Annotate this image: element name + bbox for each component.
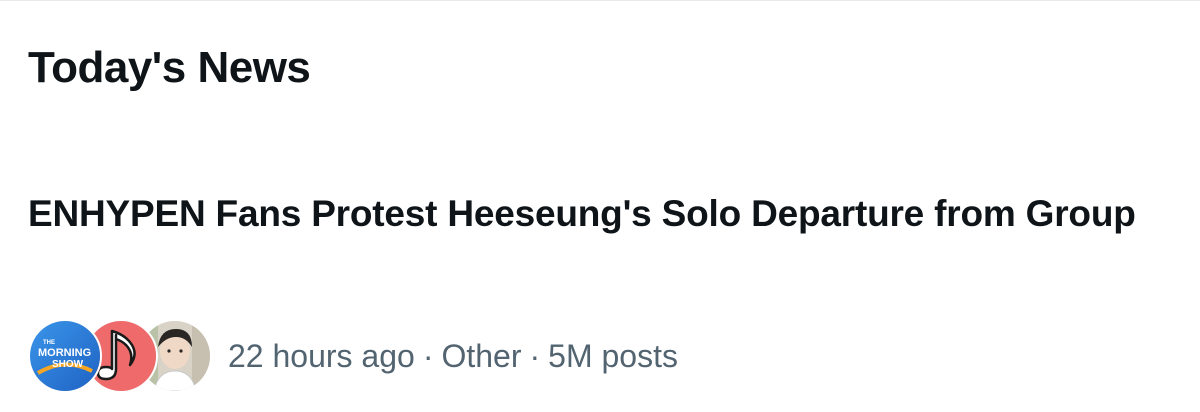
- news-time: 22 hours ago: [228, 337, 415, 374]
- logo-text-line-3: SHOW: [52, 359, 84, 370]
- news-item[interactable]: ENHYPEN Fans Protest Heeseung's Solo Dep…: [28, 190, 1178, 393]
- logo-text-line-2: MORNING: [38, 347, 91, 359]
- logo-text-line-1: THE: [43, 340, 55, 346]
- meta-separator: ·: [529, 337, 541, 374]
- avatar-stack: THE MORNING SHOW: [28, 319, 212, 393]
- top-divider: [0, 0, 1200, 1]
- morning-show-logo-icon: THE MORNING SHOW: [28, 319, 102, 393]
- news-meta-row: THE MORNING SHOW 22 hours ago · Other · …: [28, 318, 678, 394]
- news-post-count: 5M posts: [548, 337, 678, 374]
- news-meta-text: 22 hours ago · Other · 5M posts: [228, 338, 678, 375]
- news-category: Other: [441, 337, 522, 374]
- meta-separator: ·: [422, 337, 434, 374]
- news-headline[interactable]: ENHYPEN Fans Protest Heeseung's Solo Dep…: [28, 190, 1178, 237]
- section-title: Today's News: [28, 43, 311, 92]
